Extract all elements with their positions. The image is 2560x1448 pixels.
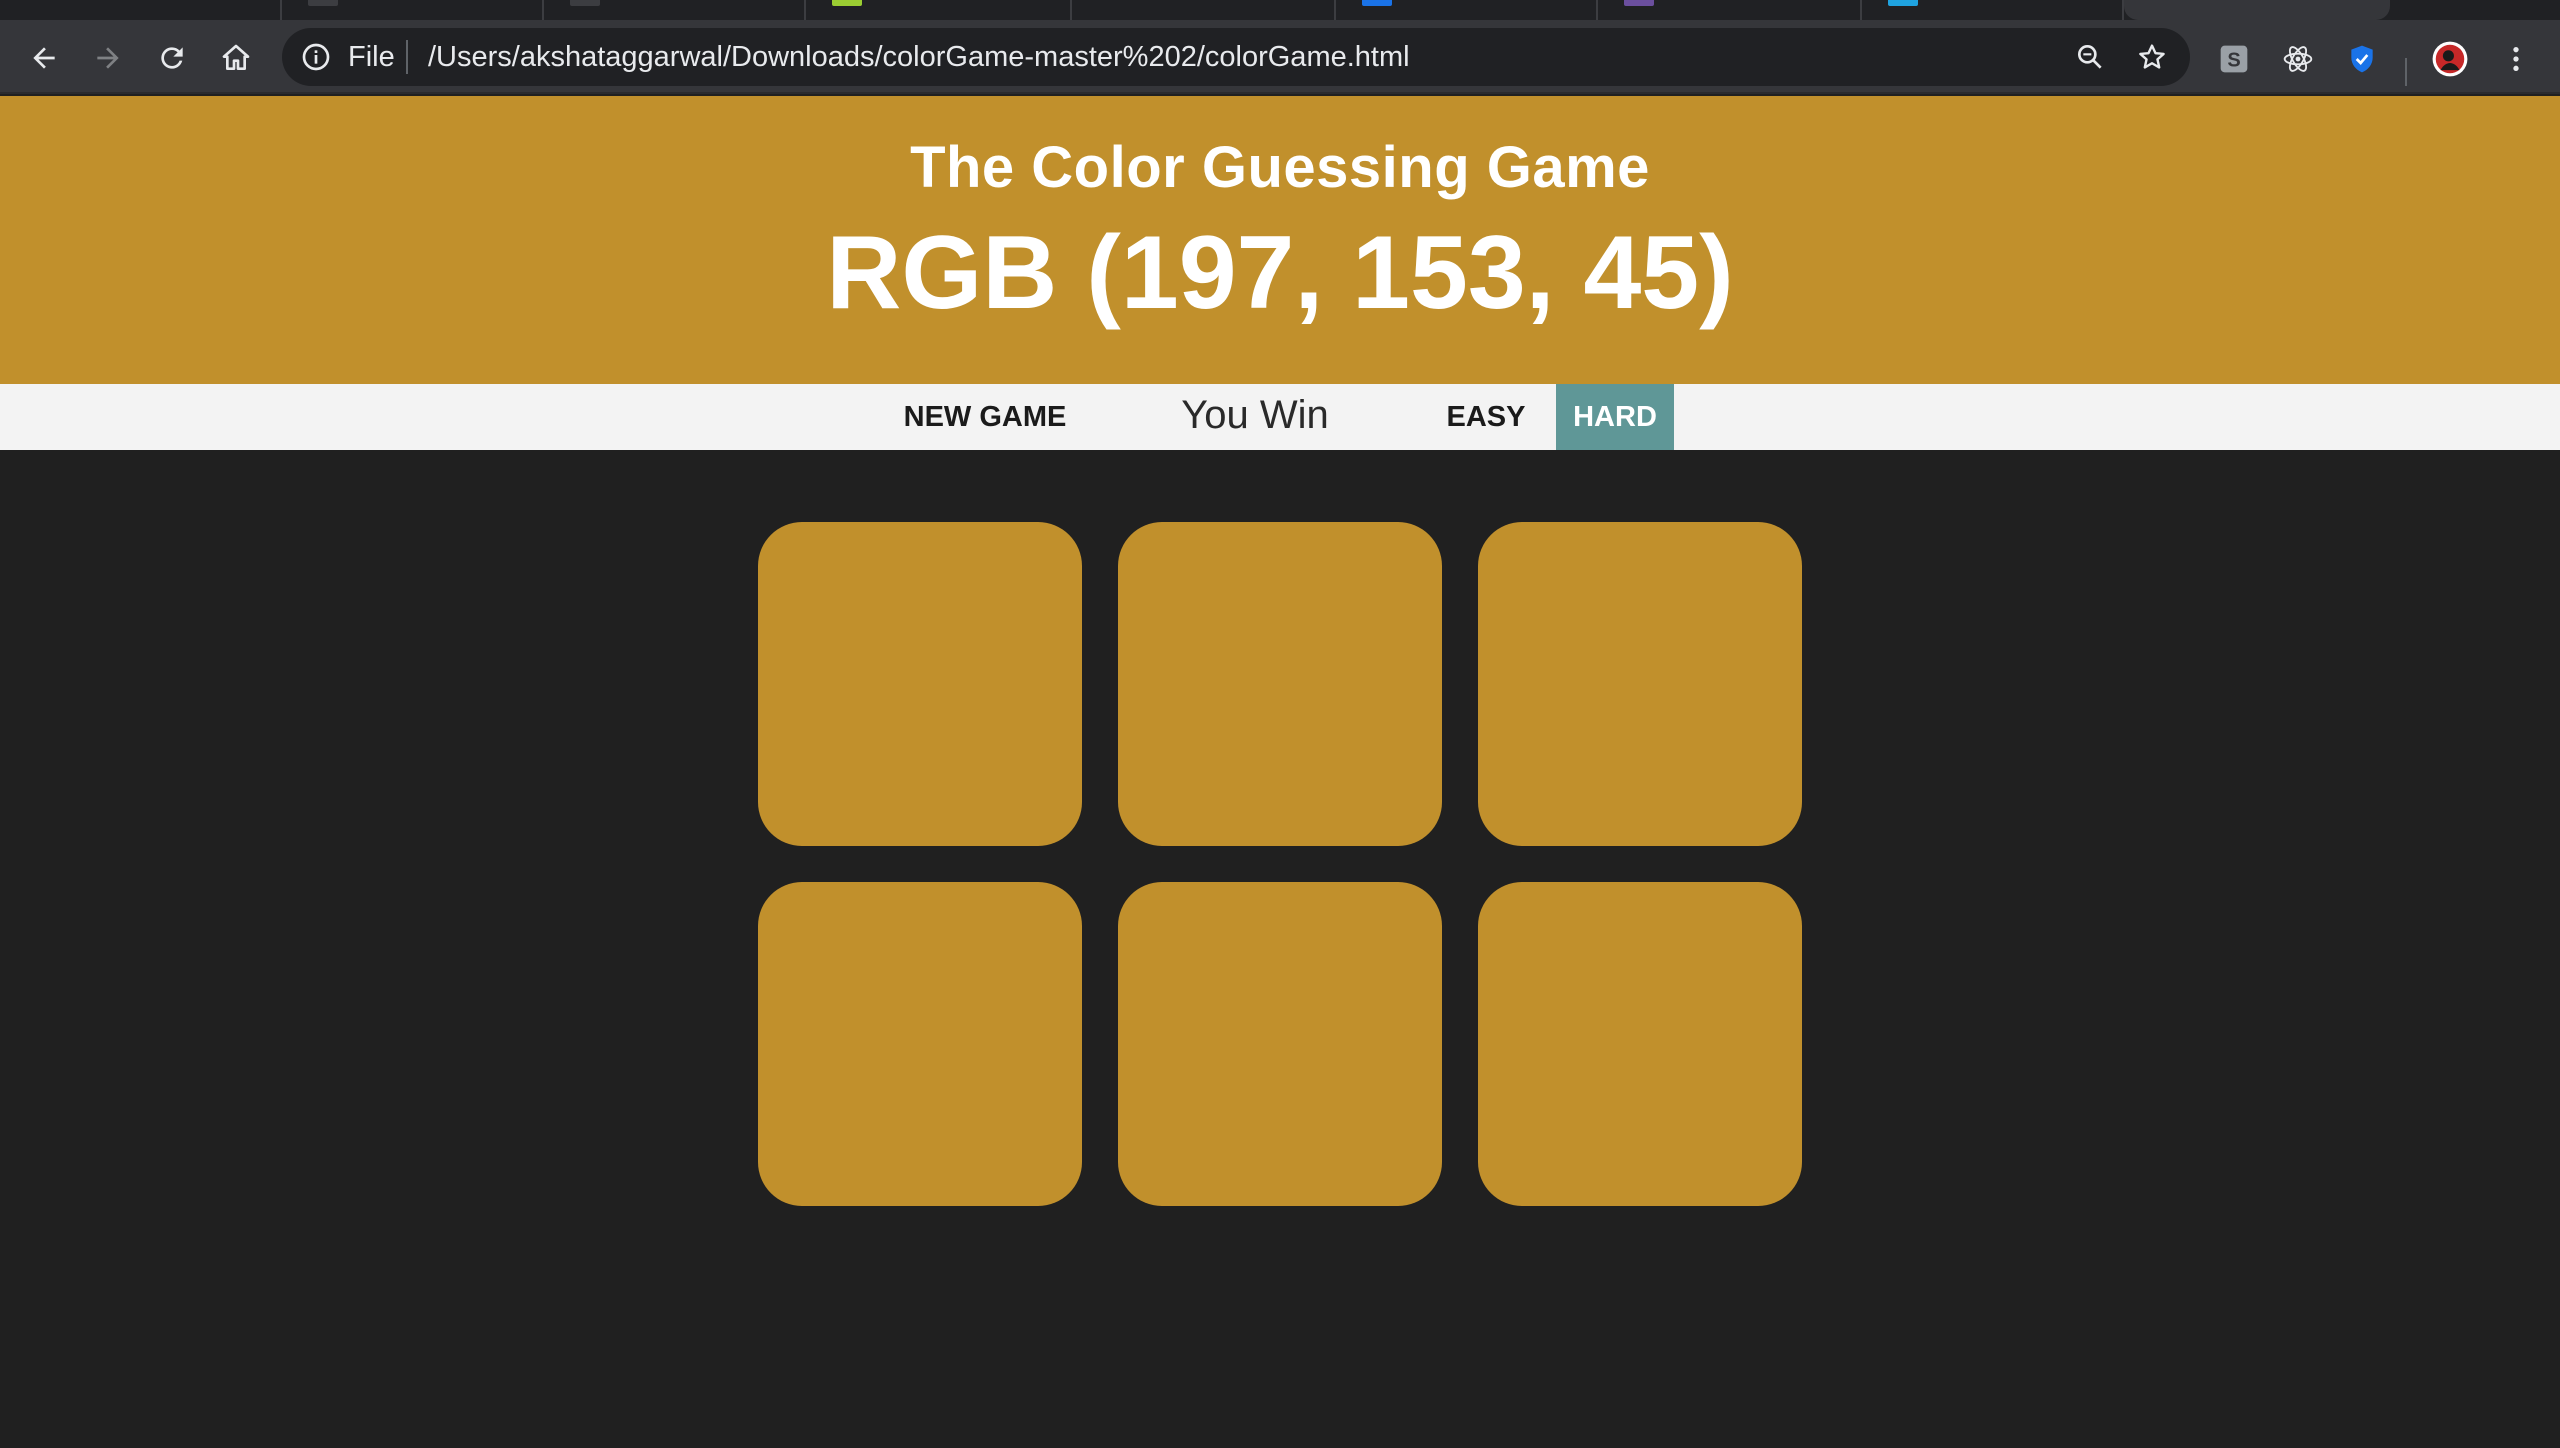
browser-tab[interactable] [544, 0, 806, 20]
shield-extension-button[interactable] [2342, 39, 2382, 79]
profile-button[interactable] [2430, 39, 2470, 79]
reload-button[interactable] [152, 38, 192, 78]
tab-favicon [308, 0, 338, 6]
home-button[interactable] [216, 38, 256, 78]
back-button[interactable] [24, 38, 64, 78]
browser-tab[interactable] [1336, 0, 1598, 20]
star-icon[interactable] [2136, 41, 2168, 73]
tab-favicon [1624, 0, 1654, 6]
game-header: The Color Guessing Game RGB (197, 153, 4… [0, 96, 2560, 384]
color-square[interactable] [758, 522, 1082, 846]
browser-tab[interactable] [1598, 0, 1862, 20]
color-square[interactable] [1478, 882, 1802, 1206]
react-devtools-icon [2283, 46, 2313, 72]
shield-icon [2351, 45, 2373, 73]
address-divider [406, 40, 408, 74]
svg-text:S: S [2227, 49, 2240, 71]
color-square[interactable] [1478, 522, 1802, 846]
target-rgb-display: RGB (197, 153, 45) [826, 215, 1734, 331]
color-square[interactable] [1118, 882, 1442, 1206]
home-icon [222, 44, 250, 70]
reload-icon [161, 47, 183, 69]
more-menu-icon [2513, 47, 2519, 71]
browser-tab-active[interactable] [2124, 0, 2390, 20]
url-scheme-label: File [348, 41, 395, 73]
react-devtools-button[interactable] [2278, 39, 2318, 79]
browser-tab[interactable] [282, 0, 544, 20]
tab-favicon [832, 0, 862, 6]
browser-toolbar: File /Users/akshataggarwal/Downloads/col… [0, 20, 2560, 94]
color-square-grid [758, 522, 1802, 1208]
url-text[interactable]: /Users/akshataggarwal/Downloads/colorGam… [428, 41, 1410, 73]
new-game-button[interactable]: New Game [880, 384, 1090, 450]
zoom-icon[interactable] [2074, 41, 2106, 73]
extension-s-icon: S [2220, 45, 2248, 73]
game-title: The Color Guessing Game [910, 135, 1650, 200]
profile-avatar-icon [2432, 41, 2468, 77]
browser-tab[interactable] [1862, 0, 2124, 20]
hard-mode-button[interactable]: Hard [1556, 384, 1674, 450]
tab-favicon [570, 0, 600, 6]
control-stripe: New Game You Win Easy Hard [0, 384, 2560, 450]
browser-tab[interactable] [806, 0, 1072, 20]
status-message: You Win [1181, 393, 1329, 437]
color-square[interactable] [758, 882, 1082, 1206]
more-menu-button[interactable] [2496, 39, 2536, 79]
tab-strip [0, 0, 2560, 20]
color-square[interactable] [1118, 522, 1442, 846]
info-icon[interactable] [300, 41, 332, 73]
tab-favicon [1362, 0, 1392, 6]
back-arrow-icon [33, 47, 55, 69]
forward-button[interactable] [88, 38, 128, 78]
browser-tab[interactable] [0, 0, 282, 20]
toolbar-divider [2405, 58, 2407, 86]
page-content: The Color Guessing Game RGB (197, 153, 4… [0, 96, 2560, 1448]
forward-arrow-icon [97, 47, 119, 69]
address-bar[interactable]: File /Users/akshataggarwal/Downloads/col… [282, 28, 2190, 86]
browser-tab[interactable] [1072, 0, 1336, 20]
tab-favicon [1888, 0, 1918, 6]
easy-mode-button[interactable]: Easy [1426, 384, 1546, 450]
extension-s-button[interactable]: S [2214, 39, 2254, 79]
